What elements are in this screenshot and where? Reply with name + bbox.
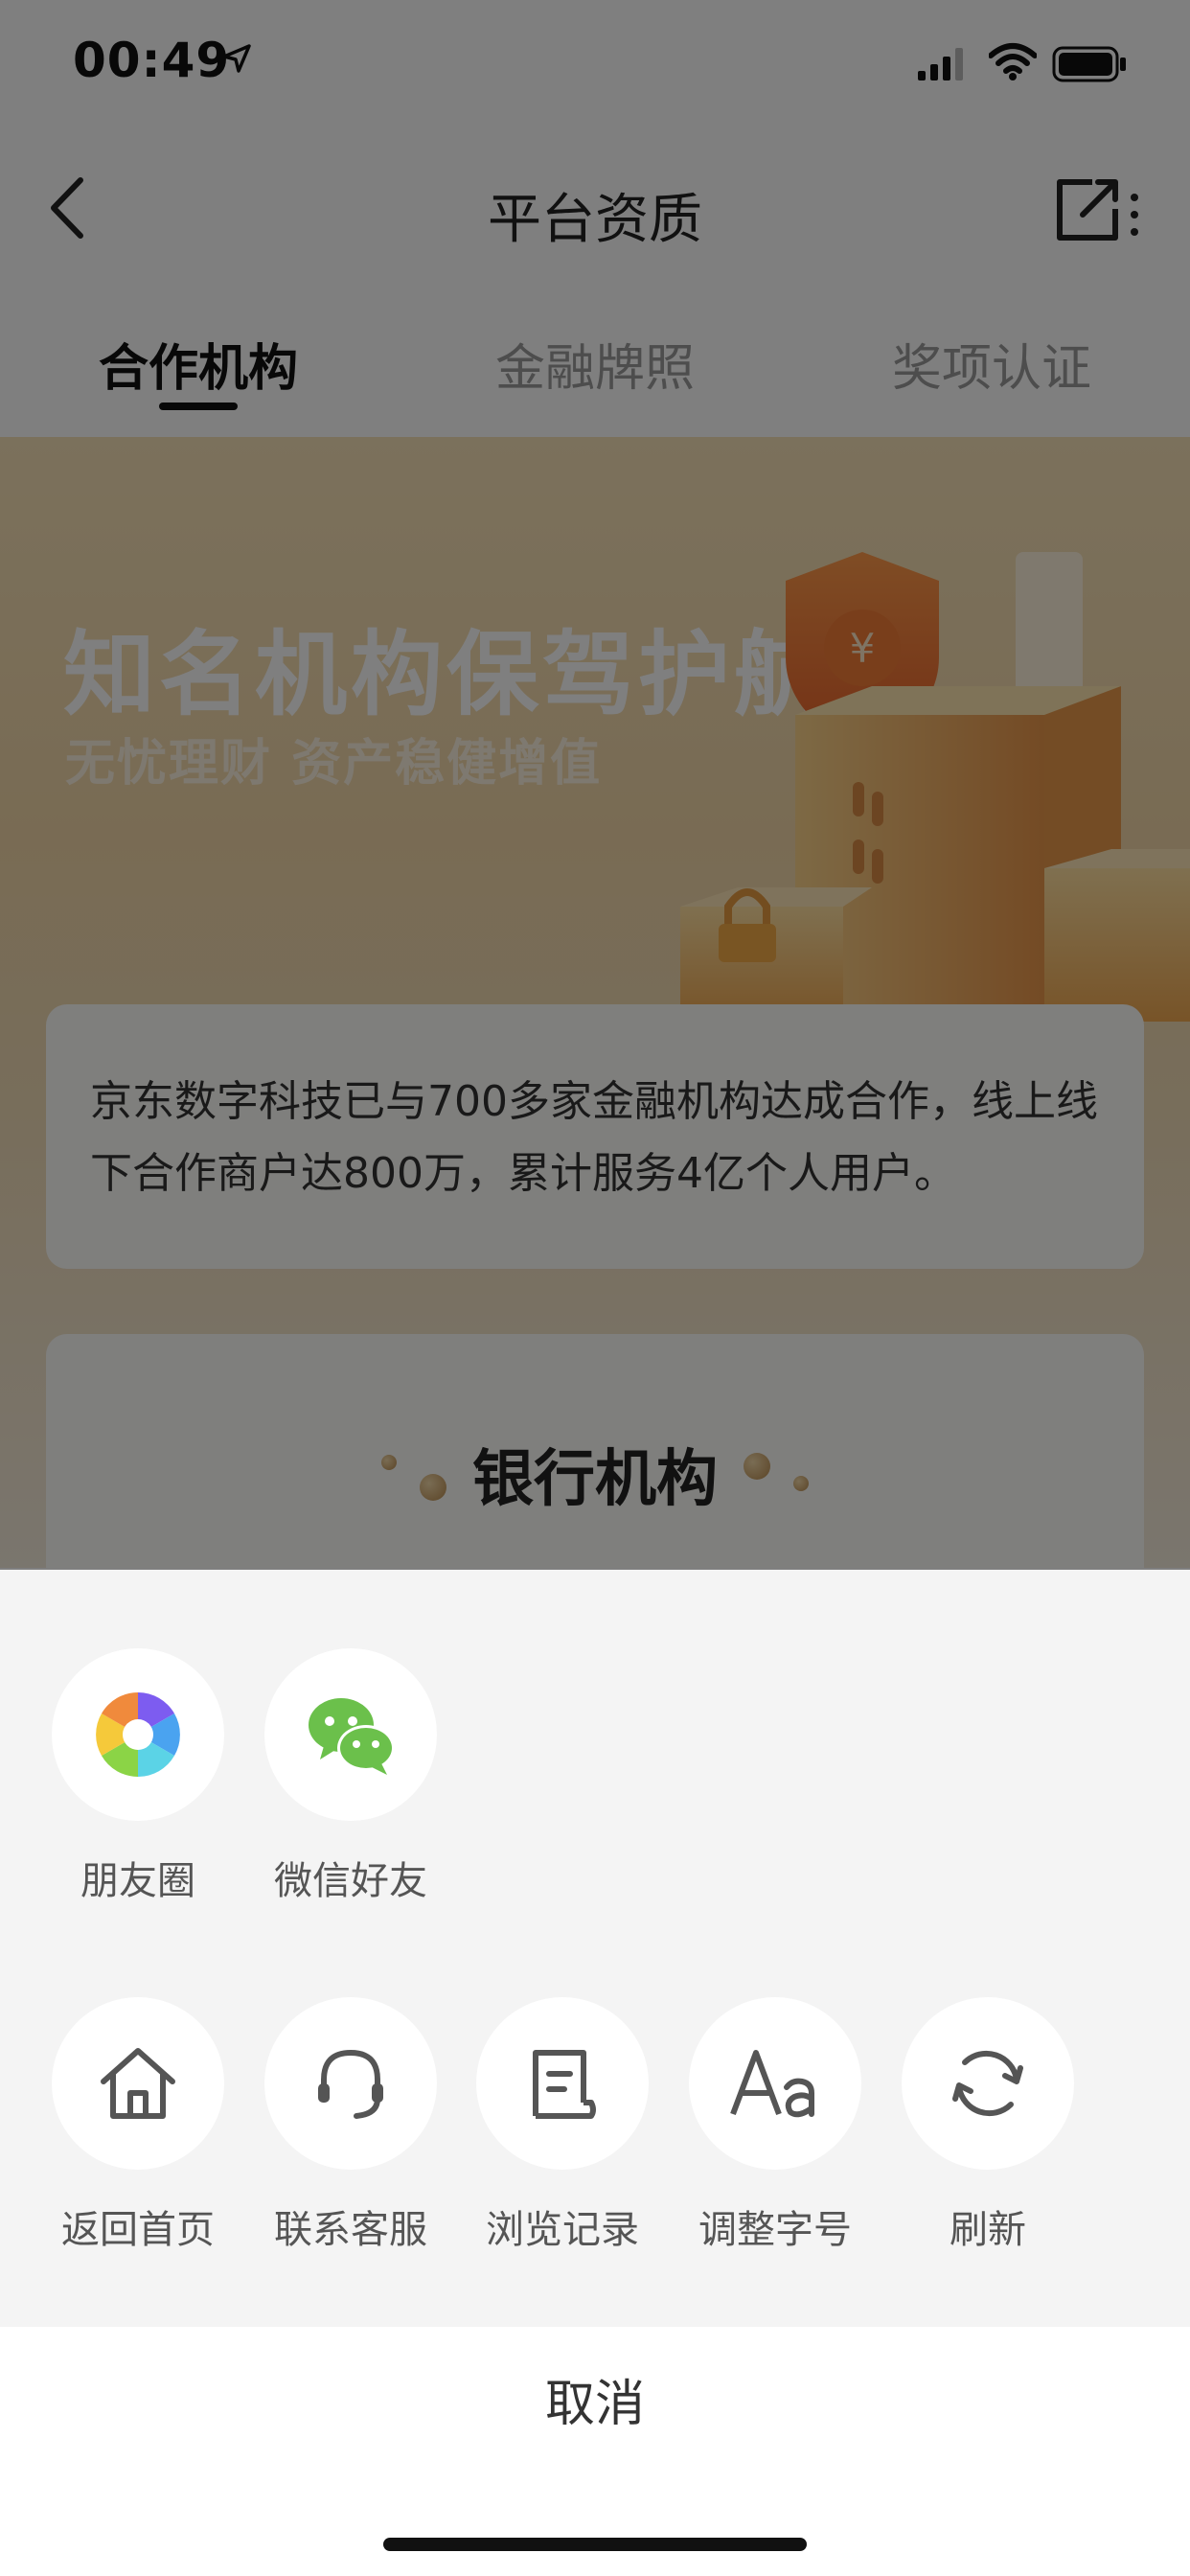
customer-service-label: 联系客服	[274, 2208, 427, 2252]
share-wechat-friend[interactable]: 微信好友	[244, 1648, 457, 1905]
home-button[interactable]	[52, 1997, 224, 2170]
share-moments[interactable]: 朋友圈	[32, 1648, 244, 1905]
wechat-icon	[309, 1698, 395, 1775]
action-home[interactable]: 返回首页	[32, 1997, 244, 2254]
page: 00:49 平台资质	[0, 0, 1190, 2576]
action-customer-service[interactable]: 联系客服	[244, 1997, 457, 2254]
wechat-label: 微信好友	[274, 1859, 427, 1903]
font-size-icon	[730, 2050, 814, 2118]
refresh-label: 刷新	[950, 2208, 1026, 2252]
refresh-button[interactable]	[902, 1997, 1074, 2170]
history-button[interactable]	[476, 1997, 649, 2170]
customer-service-button[interactable]	[264, 1997, 437, 2170]
moments-button[interactable]	[52, 1648, 224, 1821]
action-history[interactable]: 浏览记录	[456, 1997, 669, 2254]
history-label: 浏览记录	[486, 2208, 639, 2252]
moments-icon	[96, 1692, 180, 1777]
action-font-size[interactable]: 调整字号	[669, 1997, 881, 2254]
action-refresh[interactable]: 刷新	[881, 1997, 1094, 2254]
wechat-button[interactable]	[264, 1648, 437, 1821]
font-size-label: 调整字号	[698, 2208, 852, 2252]
home-label: 返回首页	[61, 2208, 215, 2252]
cancel-area: 取消	[0, 2327, 1190, 2576]
modal-backdrop[interactable]	[0, 0, 1190, 1570]
cancel-button[interactable]: 取消	[0, 2327, 1190, 2471]
moments-label: 朋友圈	[80, 1859, 195, 1903]
headset-icon	[318, 2049, 383, 2119]
refresh-icon	[952, 2050, 1023, 2117]
font-size-button[interactable]	[689, 1997, 861, 2170]
home-indicator[interactable]	[383, 2538, 807, 2551]
history-icon	[533, 2050, 596, 2119]
home-icon	[101, 2048, 175, 2119]
